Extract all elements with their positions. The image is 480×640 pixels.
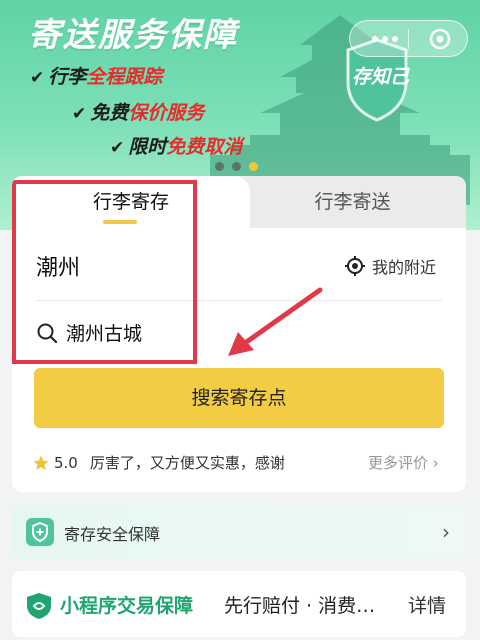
check-icon: ✔ <box>72 104 87 124</box>
check-icon: ✔ <box>30 68 45 88</box>
storage-safety-row[interactable]: 寄存安全保障 › <box>12 505 466 559</box>
carousel-indicator <box>215 156 266 175</box>
shield-plus-icon <box>26 518 54 546</box>
guarantee-title: 小程序交易保障 <box>60 595 194 617</box>
miniprogram-capsule <box>349 20 468 57</box>
carousel-dot-active <box>249 162 258 171</box>
capsule-divider <box>408 29 409 49</box>
target-close-icon[interactable] <box>428 27 452 51</box>
check-icon: ✔ <box>110 138 125 158</box>
carousel-dot <box>215 162 224 171</box>
carousel-dot <box>232 162 241 171</box>
nearby-button[interactable]: 我的附近 <box>344 254 436 278</box>
feature-tracking: ✔ 行李全程跟踪 <box>30 66 163 88</box>
annotation-highlight-box <box>12 180 197 364</box>
guarantee-shield-icon <box>27 593 51 619</box>
star-icon <box>33 455 49 470</box>
locate-icon <box>345 256 365 276</box>
more-dots-icon[interactable] <box>370 31 400 45</box>
guarantee-detail-link[interactable]: 详情 <box>408 591 446 618</box>
feature-cancel: ✔ 限时免费取消 <box>110 136 243 158</box>
chevron-right-icon: › <box>432 454 439 472</box>
rating-summary: 5.0 厉害了，又方便又实惠，感谢 <box>32 452 285 473</box>
safety-label: 寄存安全保障 <box>64 525 161 544</box>
guarantee-description: 先行赔付 · 消费… <box>224 595 376 617</box>
annotation-arrow-icon <box>228 287 323 356</box>
search-storage-button[interactable]: 搜索寄存点 <box>34 368 444 428</box>
more-reviews-link[interactable]: 更多评价 › <box>368 452 439 473</box>
chevron-right-icon: › <box>442 520 450 544</box>
transaction-guarantee-row[interactable]: 小程序交易保障 先行赔付 · 消费… 详情 <box>12 571 466 637</box>
tab-luggage-delivery[interactable]: 行李寄送 <box>239 176 466 228</box>
rating-score: 5.0 <box>54 453 78 472</box>
nearby-label: 我的附近 <box>372 258 437 277</box>
feature-insurance: ✔ 免费保价服务 <box>72 102 205 124</box>
review-snippet: 厉害了，又方便又实惠，感谢 <box>89 454 285 472</box>
badge-label: 存知己 <box>352 66 410 88</box>
banner-title: 寄送服务保障 <box>28 15 238 54</box>
